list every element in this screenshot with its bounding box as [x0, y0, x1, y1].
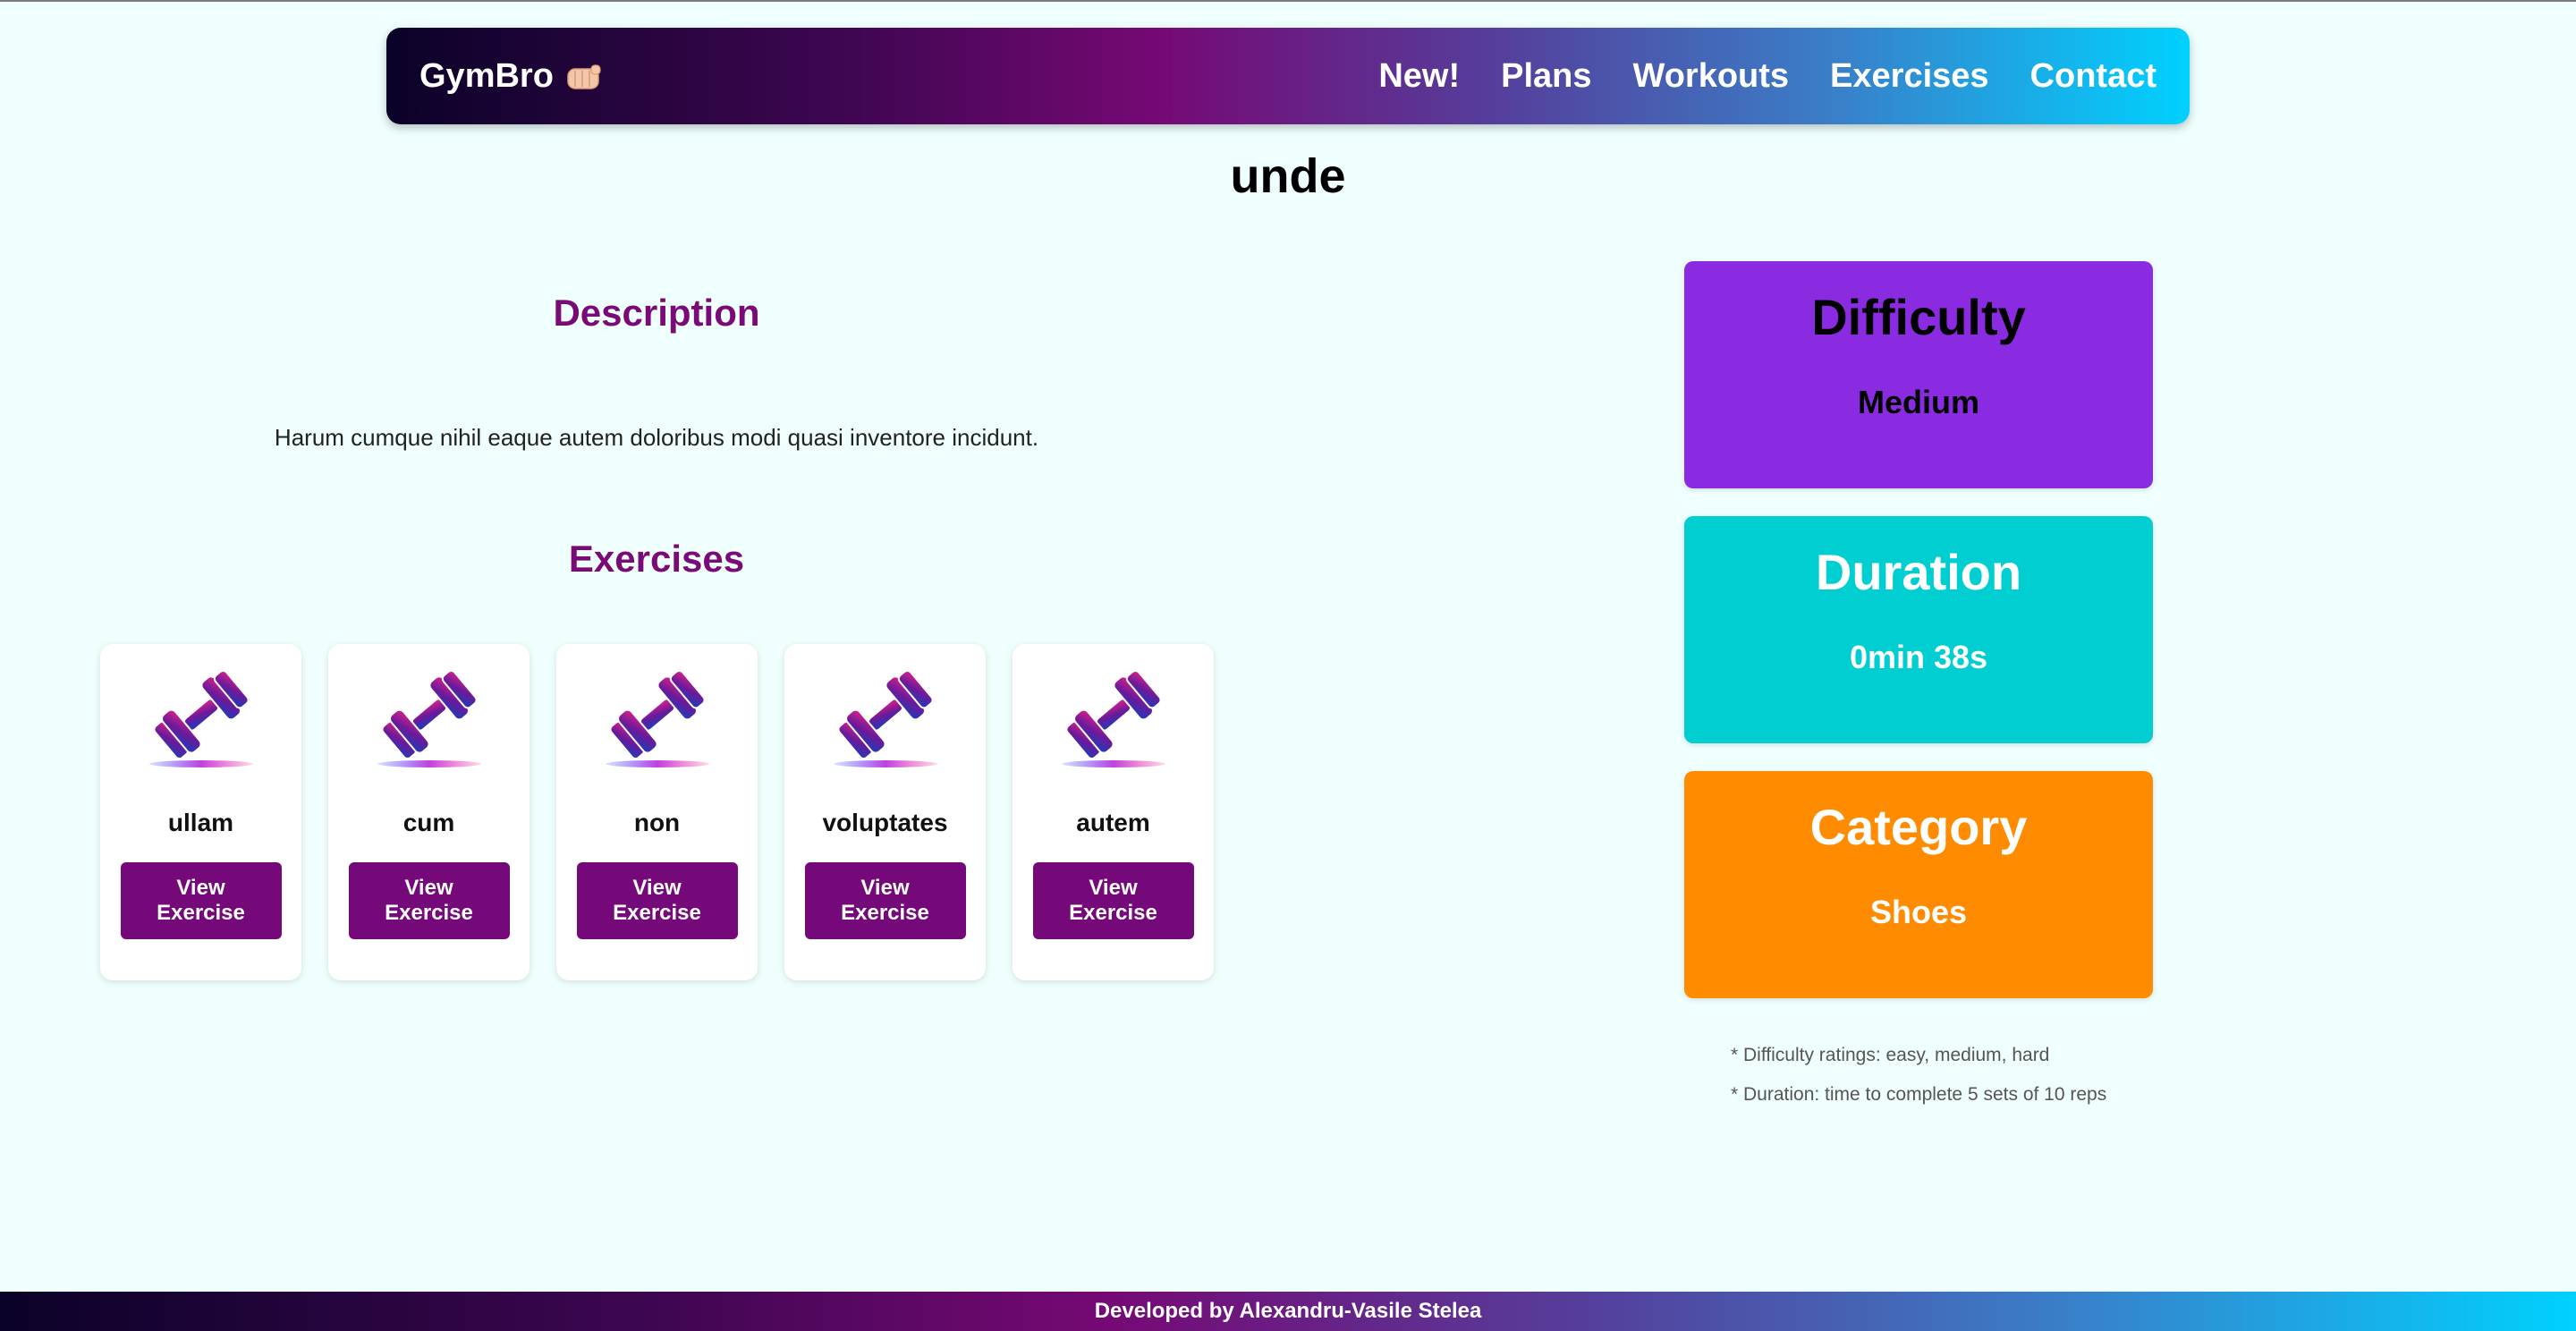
duration-value: 0min 38s [1849, 639, 1988, 675]
nav-link-workouts[interactable]: Workouts [1633, 57, 1790, 96]
exercise-name: autem [1076, 809, 1150, 836]
exercise-card: ullam View Exercise [100, 644, 301, 980]
nav-link-exercises[interactable]: Exercises [1830, 57, 1989, 96]
dumbbell-icon [376, 666, 482, 768]
exercise-cards: ullam View Exercise cum View Exercise no… [100, 644, 1214, 980]
dumbbell-icon [148, 666, 254, 768]
description-heading: Description [553, 292, 760, 334]
view-exercise-button[interactable]: View Exercise [120, 862, 282, 939]
category-card: Category Shoes [1684, 771, 2153, 998]
navbar: GymBro New! Plans Workouts Exercises Con… [386, 28, 2190, 124]
exercise-card: autem View Exercise [1013, 644, 1214, 980]
nav-link-contact[interactable]: Contact [2030, 57, 2157, 96]
nav-link-new[interactable]: New! [1378, 57, 1460, 96]
difficulty-value: Medium [1857, 384, 1979, 420]
footer: Developed by Alexandru-Vasile Stelea [0, 1292, 2576, 1331]
exercise-card: non View Exercise [556, 644, 758, 980]
exercise-name: ullam [167, 809, 234, 836]
nav-links: New! Plans Workouts Exercises Contact [1378, 57, 2157, 96]
description-text: Harum cumque nihil eaque autem doloribus… [274, 424, 1039, 451]
difficulty-card: Difficulty Medium [1684, 261, 2153, 488]
view-exercise-button[interactable]: View Exercise [348, 862, 510, 939]
brand-name: GymBro [419, 56, 554, 95]
difficulty-title: Difficulty [1811, 289, 2026, 345]
view-exercise-button[interactable]: View Exercise [1032, 862, 1194, 939]
exercises-heading: Exercises [568, 538, 745, 580]
nav-link-plans[interactable]: Plans [1501, 57, 1591, 96]
view-exercise-button[interactable]: View Exercise [576, 862, 738, 939]
page-title: unde [1230, 149, 1346, 203]
exercise-name: non [633, 809, 681, 836]
dumbbell-icon [604, 666, 710, 768]
duration-note: * Duration: time to complete 5 sets of 1… [1731, 1084, 2107, 1105]
dumbbell-icon [1060, 666, 1166, 768]
category-title: Category [1809, 799, 2028, 855]
exercise-name: cum [402, 809, 455, 836]
duration-card: Duration 0min 38s [1684, 516, 2153, 743]
footer-credit: Developed by Alexandru-Vasile Stelea [1094, 1299, 1482, 1323]
duration-title: Duration [1815, 544, 2022, 600]
difficulty-note: * Difficulty ratings: easy, medium, hard [1731, 1045, 2050, 1065]
exercise-card: voluptates View Exercise [784, 644, 986, 980]
window-top-border [0, 0, 2576, 2]
category-value: Shoes [1869, 894, 1968, 930]
brand-logo[interactable]: GymBro [419, 57, 602, 96]
view-exercise-button[interactable]: View Exercise [804, 862, 966, 939]
fist-bump-icon [567, 64, 601, 89]
exercise-card: cum View Exercise [328, 644, 530, 980]
exercise-name: voluptates [822, 809, 948, 836]
dumbbell-icon [832, 666, 938, 768]
